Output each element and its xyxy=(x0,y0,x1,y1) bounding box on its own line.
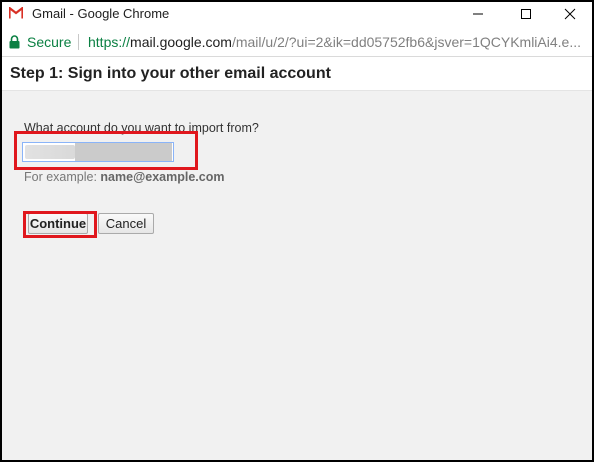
example-hint: For example: name@example.com xyxy=(24,170,224,184)
title-bar: Gmail - Google Chrome xyxy=(2,2,592,26)
redacted-text-blur xyxy=(25,145,75,159)
close-icon xyxy=(564,8,576,20)
continue-button[interactable]: Continue xyxy=(28,213,88,234)
url-host: mail.google.com xyxy=(130,34,232,50)
url-scheme: https:// xyxy=(88,34,131,50)
step-header: Step 1: Sign into your other email accou… xyxy=(2,57,592,91)
url-path: /mail/u/2/?ui=2&ik=dd05752fb6&jsver=1QCY… xyxy=(231,34,581,50)
step-title: Step 1: Sign into your other email accou… xyxy=(10,65,331,82)
gmail-logo-icon xyxy=(9,7,23,19)
minimize-icon xyxy=(473,13,483,15)
import-form: What account do you want to import from?… xyxy=(2,91,592,460)
address-separator xyxy=(78,34,79,50)
maximize-icon xyxy=(521,9,531,19)
address-bar[interactable]: Secure https://mail.google.com/mail/u/2/… xyxy=(2,28,592,57)
lock-icon xyxy=(9,35,20,49)
example-prefix: For example: xyxy=(24,170,101,184)
minimize-button[interactable] xyxy=(456,2,500,26)
import-question-label: What account do you want to import from? xyxy=(24,121,259,135)
email-input-wrapper xyxy=(22,142,174,162)
cancel-button[interactable]: Cancel xyxy=(98,213,154,234)
browser-window: Gmail - Google Chrome Secure https://mai… xyxy=(0,0,594,462)
secure-label[interactable]: Secure xyxy=(27,34,71,50)
close-button[interactable] xyxy=(548,2,592,26)
maximize-button[interactable] xyxy=(504,2,548,26)
url-text[interactable]: https://mail.google.com/mail/u/2/?ui=2&i… xyxy=(88,34,588,50)
example-email: name@example.com xyxy=(100,170,225,184)
window-title: Gmail - Google Chrome xyxy=(32,6,170,21)
redacted-text-blur xyxy=(75,143,172,161)
